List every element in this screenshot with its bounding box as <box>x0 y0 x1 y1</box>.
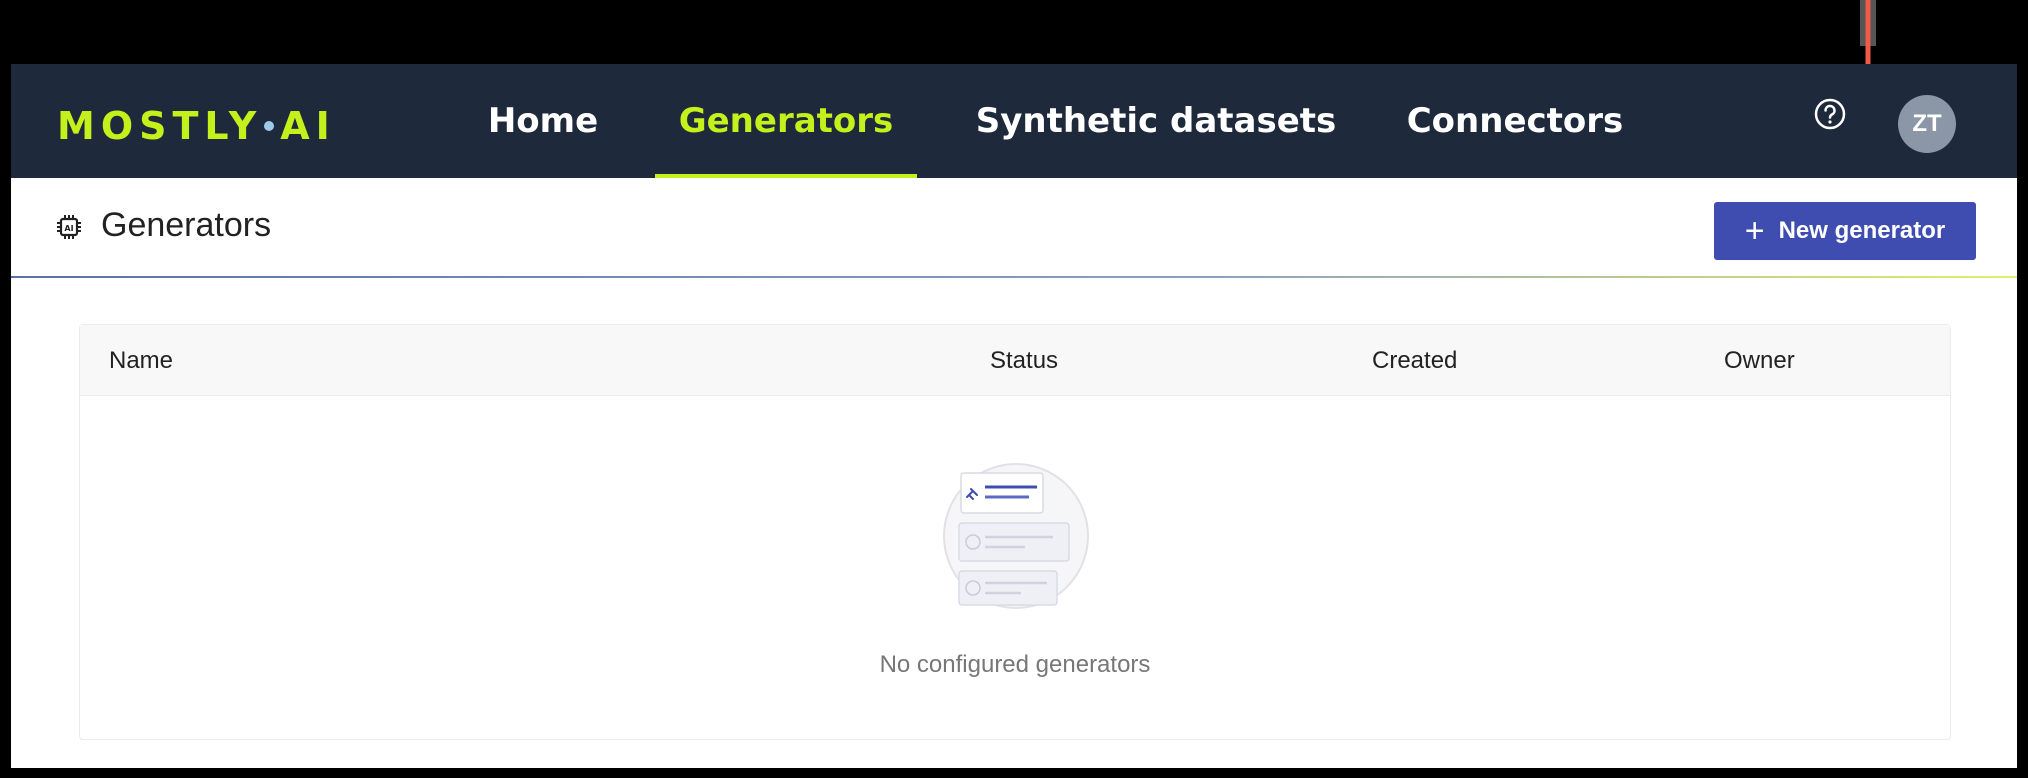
top-navigation-bar: MOSTLY AI Home Generators Synthetic data… <box>11 64 2017 178</box>
column-header-name[interactable]: Name <box>109 347 173 375</box>
app-window: MOSTLY AI Home Generators Synthetic data… <box>11 64 2017 768</box>
column-header-owner[interactable]: Owner <box>1724 347 1795 375</box>
table-header-row: Name Status Created Owner <box>80 325 1950 396</box>
empty-state-message: No configured generators <box>879 651 1151 678</box>
new-generator-button[interactable]: + New generator <box>1714 202 1976 260</box>
empty-list-illustration <box>943 463 1089 609</box>
column-header-created[interactable]: Created <box>1372 347 1457 375</box>
logo-dot <box>264 121 275 131</box>
plus-icon: + <box>1744 212 1765 250</box>
column-header-status[interactable]: Status <box>990 347 1058 375</box>
mostly-ai-logo[interactable]: MOSTLY AI <box>57 104 336 148</box>
help-circle-icon[interactable] <box>1813 97 1847 131</box>
nav-connectors[interactable]: Connectors <box>1395 64 1635 178</box>
logo-text-right: AI <box>280 104 336 148</box>
nav-synthetic-datasets[interactable]: Synthetic datasets <box>971 64 1341 178</box>
svg-text:AI: AI <box>64 224 73 233</box>
generators-table: Name Status Created Owner No configured … <box>79 324 1951 740</box>
nav-home[interactable]: Home <box>455 64 631 178</box>
ai-chip-icon: AI <box>57 215 81 239</box>
nav-generators[interactable]: Generators <box>655 64 917 178</box>
new-generator-label: New generator <box>1778 217 1946 244</box>
logo-text-left: MOSTLY <box>57 104 263 148</box>
user-avatar[interactable]: ZT <box>1898 95 1956 153</box>
page-title: Generators <box>101 206 272 244</box>
